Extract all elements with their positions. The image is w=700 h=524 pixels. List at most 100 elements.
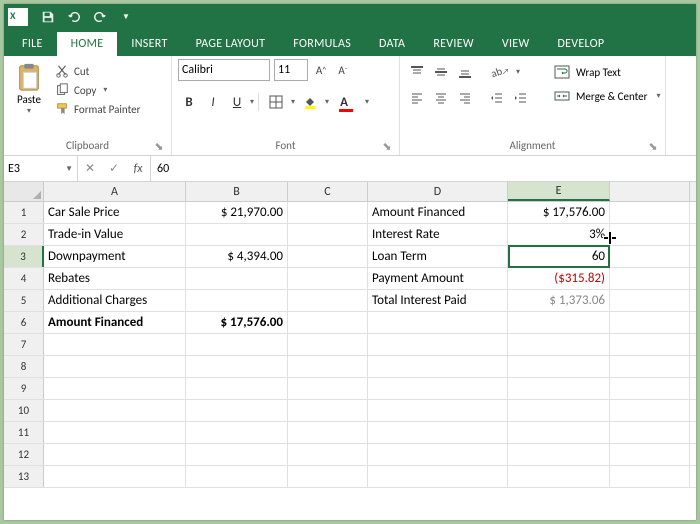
cell-F9[interactable] [610,378,690,399]
cell-C5[interactable] [288,290,368,311]
name-box[interactable]: E3▼ [4,156,78,181]
tab-review[interactable]: REVIEW [419,32,488,56]
align-middle-button[interactable] [430,61,452,83]
tab-data[interactable]: DATA [365,32,419,56]
italic-button[interactable]: I [202,91,224,113]
tab-view[interactable]: VIEW [488,32,544,56]
col-header-B[interactable]: B [186,182,288,201]
col-header-F[interactable] [610,182,690,201]
cell-E1[interactable]: $ 17,576.00 [508,202,610,223]
col-header-D[interactable]: D [368,182,508,201]
cell-B5[interactable] [186,290,288,311]
wrap-text-button[interactable]: Wrap Text [548,61,667,83]
cell-F1[interactable] [610,202,690,223]
cell-E5[interactable]: $ 1,373.06 [508,290,610,311]
row-header-11[interactable]: 11 [4,422,44,443]
tab-home[interactable]: HOME [57,32,118,56]
cancel-formula-button[interactable]: ✕ [78,156,102,181]
cell-A12[interactable] [44,444,186,465]
cell-B12[interactable] [186,444,288,465]
cell-C7[interactable] [288,334,368,355]
tab-page-layout[interactable]: PAGE LAYOUT [182,32,280,56]
decrease-indent-button[interactable] [486,87,508,109]
cell-A6[interactable]: Amount Financed [44,312,186,333]
tab-formulas[interactable]: FORMULAS [279,32,365,56]
col-header-C[interactable]: C [288,182,368,201]
cell-D2[interactable]: Interest Rate [368,224,508,245]
cell-F6[interactable] [610,312,690,333]
cell-A1[interactable]: Car Sale Price [44,202,186,223]
cell-C12[interactable] [288,444,368,465]
clipboard-launcher[interactable]: ⬊ [153,140,165,152]
cell-F3[interactable] [610,246,690,267]
cell-D6[interactable] [368,312,508,333]
cell-B1[interactable]: $ 21,970.00 [186,202,288,223]
save-button[interactable] [36,6,60,28]
cell-E12[interactable] [508,444,610,465]
cell-B9[interactable] [186,378,288,399]
cell-F10[interactable] [610,400,690,421]
undo-button[interactable] [62,6,86,28]
cell-E11[interactable] [508,422,610,443]
cell-F8[interactable] [610,356,690,377]
cell-D13[interactable] [368,466,508,487]
align-left-button[interactable] [406,87,428,109]
cell-B13[interactable] [186,466,288,487]
tab-developer[interactable]: DEVELOP [543,32,618,56]
cell-D10[interactable] [368,400,508,421]
cell-A7[interactable] [44,334,186,355]
cell-C3[interactable] [288,246,368,267]
row-header-8[interactable]: 8 [4,356,44,377]
cell-D3[interactable]: Loan Term [368,246,508,267]
tab-insert[interactable]: INSERT [117,32,181,56]
cell-A4[interactable]: Rebates [44,268,186,289]
cell-F4[interactable] [610,268,690,289]
row-header-13[interactable]: 13 [4,466,44,487]
cell-C8[interactable] [288,356,368,377]
cell-F13[interactable] [610,466,690,487]
paste-button[interactable]: Paste ▾ [10,59,48,137]
insert-function-button[interactable]: fx [126,156,150,181]
tab-file[interactable]: FILE [8,32,57,56]
borders-button[interactable] [263,91,289,113]
copy-button[interactable]: Copy▾ [52,81,143,99]
row-header-9[interactable]: 9 [4,378,44,399]
cut-button[interactable]: Cut [52,62,143,80]
underline-button[interactable]: U [226,91,248,113]
merge-center-button[interactable]: Merge & Center▾ [548,85,667,107]
row-header-5[interactable]: 5 [4,290,44,311]
col-header-E[interactable]: E [508,182,610,201]
cell-A3[interactable]: Downpayment [44,246,186,267]
cell-E10[interactable] [508,400,610,421]
cell-A5[interactable]: Additional Charges [44,290,186,311]
cell-B4[interactable] [186,268,288,289]
font-name-input[interactable] [178,59,270,81]
cell-E6[interactable] [508,312,610,333]
cell-A8[interactable] [44,356,186,377]
cell-E2[interactable]: 3% [508,224,610,245]
fill-color-button[interactable] [297,91,323,113]
cell-D9[interactable] [368,378,508,399]
cell-D5[interactable]: Total Interest Paid [368,290,508,311]
format-painter-button[interactable]: Format Painter [52,100,143,118]
row-header-7[interactable]: 7 [4,334,44,355]
cell-D12[interactable] [368,444,508,465]
row-header-6[interactable]: 6 [4,312,44,333]
redo-button[interactable] [88,6,112,28]
align-top-button[interactable] [406,61,428,83]
cell-A13[interactable] [44,466,186,487]
row-header-4[interactable]: 4 [4,268,44,289]
cell-F5[interactable] [610,290,690,311]
cell-A10[interactable] [44,400,186,421]
enter-formula-button[interactable]: ✓ [102,156,126,181]
cell-F2[interactable] [610,224,690,245]
formula-bar[interactable]: 60 [151,156,696,181]
row-header-10[interactable]: 10 [4,400,44,421]
cell-B6[interactable]: $ 17,576.00 [186,312,288,333]
cell-C13[interactable] [288,466,368,487]
bold-button[interactable]: B [178,91,200,113]
cell-A11[interactable] [44,422,186,443]
cell-D1[interactable]: Amount Financed [368,202,508,223]
row-header-3[interactable]: 3 [4,246,44,267]
cell-E7[interactable] [508,334,610,355]
